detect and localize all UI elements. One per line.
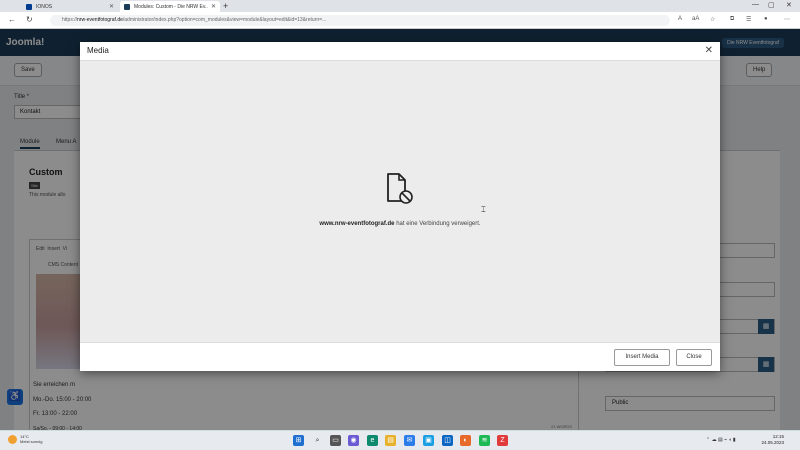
aa-icon[interactable]: aA [692,16,699,22]
collections-icon[interactable]: ☰ [746,16,751,23]
clock-date: 24.05.2023 [761,440,784,445]
ionos-favicon-icon [26,3,32,10]
read-aloud-icon[interactable]: A [678,16,682,22]
reload-icon[interactable]: ↻ [26,15,33,24]
search-icon[interactable]: ⌕ [312,435,323,446]
new-tab-icon[interactable]: + [223,1,228,11]
url-field[interactable]: https://nrw-eventfotograf.de/administrat… [50,15,670,26]
more-icon[interactable]: ⋯ [784,16,790,23]
modal-title: Media [87,46,109,55]
tab-label: Modules: Custom - Die NRW Ev.. [134,3,208,10]
error-message: www.nrw-eventfotograf.de hat eine Verbin… [80,221,720,227]
filezilla-icon[interactable]: Z [497,435,508,446]
url-prefix: https:// [62,17,78,23]
weather-desc: Meist sonnig [20,439,43,444]
blocked-document-icon [387,173,413,204]
browser-tab-joomla[interactable]: Modules: Custom - Die NRW Ev.. ✕ [120,1,220,12]
task-view-icon[interactable]: ▭ [330,435,341,446]
close-tab-icon[interactable]: ✕ [211,3,216,10]
windows-taskbar: 14°C Meist sonnig ⊞ ⌕ ▭ ◉ e ▤ ✉ ▣ ◫ ◐ ≋ … [0,430,800,450]
start-icon[interactable]: ⊞ [293,435,304,446]
maximize-icon[interactable]: ▢ [768,1,775,9]
browser-tab-bar: IONOS ✕ Modules: Custom - Die NRW Ev.. ✕… [0,0,800,12]
tab-label: IONOS [36,3,53,10]
url-host: nrw-eventfotograf.de [77,17,123,23]
modal-footer: Insert Media Close [80,342,720,371]
back-icon[interactable]: ← [8,15,16,24]
mouse-cursor-icon: ⌶ [481,205,486,214]
clock[interactable]: 12:15 24.05.2023 [761,434,784,446]
firefox-icon[interactable]: ◐ [460,435,471,446]
favorite-star-icon[interactable]: ☆ [710,16,715,23]
browser-address-bar: ← ↻ https://nrw-eventfotograf.de/adminis… [0,12,800,29]
insert-media-button[interactable]: Insert Media [614,349,670,366]
modal-body: www.nrw-eventfotograf.de hat eine Verbin… [80,61,720,342]
browser-tab-ionos[interactable]: IONOS ✕ [22,1,118,12]
error-text: hat eine Verbindung verweigert. [394,221,481,227]
extensions-icon[interactable]: ⧉ [730,16,734,23]
url-path: /administrator/index.php?option=com_modu… [122,17,327,23]
close-window-icon[interactable]: ✕ [786,1,792,9]
error-host: www.nrw-eventfotograf.de [319,221,395,227]
close-icon[interactable]: ✕ [705,45,713,56]
sun-icon [8,434,17,444]
weather-widget[interactable]: 14°C Meist sonnig [8,434,42,444]
mail-icon[interactable]: ✉ [404,435,415,446]
edge-icon[interactable]: e [367,435,378,446]
minimize-icon[interactable]: — [752,1,759,8]
close-tab-icon[interactable]: ✕ [109,3,114,10]
modal-header: Media ✕ [80,42,720,61]
chat-icon[interactable]: ◉ [348,435,359,446]
spotify-icon[interactable]: ≋ [479,435,490,446]
store-icon[interactable]: ▣ [423,435,434,446]
app-icon[interactable]: ◫ [442,435,453,446]
joomla-favicon-icon [124,3,130,10]
media-modal: Media ✕ www.nrw-eventfotograf.de hat ein… [80,42,720,371]
close-button[interactable]: Close [676,349,712,366]
explorer-icon[interactable]: ▤ [385,435,396,446]
system-tray[interactable]: ⌃ ☁ ▤ ⌁ ◖ ▮ [706,437,736,443]
profile-icon[interactable]: ● [764,16,768,22]
